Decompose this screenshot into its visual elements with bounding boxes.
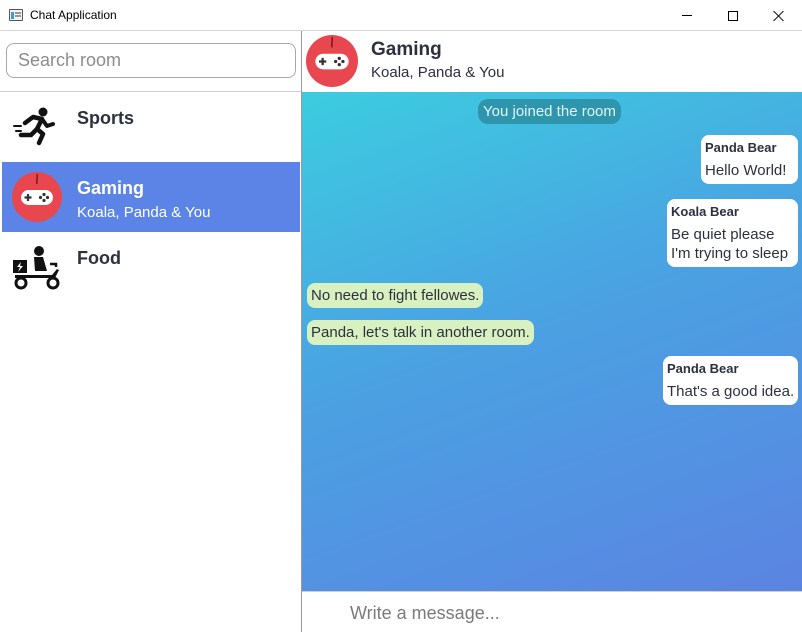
- room-members: Koala, Panda & You: [77, 204, 211, 221]
- system-message: You joined the room: [478, 99, 621, 124]
- outgoing-message: No need to fight fellowes.: [307, 283, 484, 308]
- gamepad-avatar-icon: [306, 35, 358, 87]
- delivery-scooter-icon: [13, 246, 60, 290]
- message-text: Be quiet please: [671, 226, 775, 243]
- room-name: Gaming: [77, 178, 145, 198]
- search-room-input[interactable]: [6, 43, 296, 78]
- message-composer: [302, 591, 802, 632]
- gamepad-avatar-icon: [12, 172, 62, 222]
- maximize-button[interactable]: [710, 0, 756, 31]
- message-sender: Panda Bear: [705, 140, 777, 155]
- incoming-message: Panda Bear Hello World!: [701, 135, 798, 184]
- title-bar: Chat Application: [0, 0, 802, 31]
- chat-room-members: Koala, Panda & You: [371, 64, 505, 81]
- running-man-icon: [13, 107, 55, 146]
- message-sender: Koala Bear: [671, 204, 739, 219]
- chat-room-title: Gaming: [371, 39, 442, 60]
- message-area[interactable]: You joined the room Panda Bear Hello Wor…: [302, 92, 802, 591]
- message-text: I'm trying to sleep: [671, 245, 789, 262]
- room-name: Food: [77, 248, 121, 268]
- chat-header: Gaming Koala, Panda & You: [302, 31, 802, 92]
- message-text: That's a good idea.: [667, 383, 795, 400]
- room-item-food[interactable]: Food: [2, 232, 300, 302]
- message-text: Hello World!: [705, 162, 787, 179]
- room-item-sports[interactable]: Sports: [2, 92, 300, 162]
- window-title: Chat Application: [30, 8, 117, 22]
- message-input[interactable]: [350, 599, 790, 627]
- incoming-message: Panda Bear That's a good idea.: [663, 356, 798, 405]
- room-name: Sports: [77, 108, 135, 128]
- incoming-message: Koala Bear Be quiet please I'm trying to…: [667, 199, 798, 267]
- room-list: Sports Gaming Koala, Panda & You Food: [2, 92, 300, 302]
- room-item-gaming[interactable]: Gaming Koala, Panda & You: [2, 162, 300, 232]
- message-sender: Panda Bear: [667, 361, 739, 376]
- maximize-icon: [728, 10, 738, 21]
- outgoing-message: Panda, let's talk in another room.: [307, 320, 534, 345]
- search-area: [0, 31, 301, 92]
- close-icon: [773, 10, 785, 22]
- app-window-icon: [9, 9, 23, 21]
- close-button[interactable]: [756, 0, 802, 31]
- minimize-icon: [682, 15, 692, 16]
- minimize-button[interactable]: [664, 0, 710, 31]
